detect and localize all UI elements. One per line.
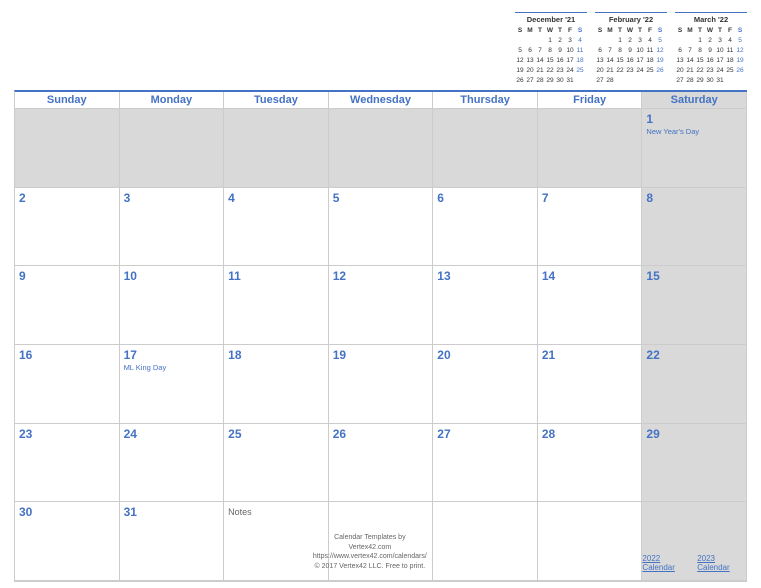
day-number: 17 — [124, 348, 220, 362]
cal-cell: 3 — [120, 188, 225, 267]
page: December '21SMTWTFS 12345678910111213141… — [0, 0, 761, 588]
cal-cell — [538, 502, 643, 581]
cal-cell: 22 — [642, 345, 747, 424]
day-number: 29 — [646, 427, 742, 441]
day-header-thursday: Thursday — [433, 92, 538, 109]
cal-cell: 28 — [538, 424, 643, 503]
mini-calendar: March '22SMTWTFS 12345678910111213141516… — [675, 12, 747, 86]
cal-cell: 8 — [642, 188, 747, 267]
cal-cell: 6 — [433, 188, 538, 267]
cal-cell: 25 — [224, 424, 329, 503]
calendar-2022-link[interactable]: 2022 Calendar — [642, 554, 681, 572]
cal-cell — [538, 109, 643, 188]
cal-cell: 21 — [538, 345, 643, 424]
cal-cell — [120, 109, 225, 188]
day-header-monday: Monday — [120, 92, 225, 109]
day-number: 2 — [19, 191, 115, 205]
cal-cell: 9 — [15, 266, 120, 345]
day-number: 3 — [124, 191, 220, 205]
day-number: 11 — [228, 269, 324, 283]
cal-cell: 2022 Calendar 2023 Calendar — [642, 502, 747, 581]
cal-cell: 1New Year's Day — [642, 109, 747, 188]
cal-cell: 15 — [642, 266, 747, 345]
cal-cell: 23 — [15, 424, 120, 503]
cal-cell — [224, 109, 329, 188]
mini-calendar: December '21SMTWTFS 12345678910111213141… — [515, 12, 587, 86]
cal-cell: 13 — [433, 266, 538, 345]
cal-cell — [15, 109, 120, 188]
day-number: 28 — [542, 427, 638, 441]
mini-calendar: February '22SMTWTFS 12345678910111213141… — [595, 12, 667, 86]
cal-cell: 26 — [329, 424, 434, 503]
cal-cell: 10 — [120, 266, 225, 345]
day-number: 1 — [646, 112, 742, 126]
day-header-tuesday: Tuesday — [224, 92, 329, 109]
day-number: 7 — [542, 191, 638, 205]
day-number: 18 — [228, 348, 324, 362]
calendar-header-row: SundayMondayTuesdayWednesdayThursdayFrid… — [14, 90, 747, 109]
cal-cell: 7 — [538, 188, 643, 267]
day-number: 20 — [437, 348, 533, 362]
day-number: 15 — [646, 269, 742, 283]
day-number: 16 — [19, 348, 115, 362]
day-header-friday: Friday — [538, 92, 643, 109]
cal-cell: 18 — [224, 345, 329, 424]
cal-cell — [433, 109, 538, 188]
cal-cell: 24 — [120, 424, 225, 503]
cal-cell: 29 — [642, 424, 747, 503]
day-number: 13 — [437, 269, 533, 283]
day-number: 30 — [19, 505, 115, 519]
day-header-sunday: Sunday — [15, 92, 120, 109]
day-number: 25 — [228, 427, 324, 441]
cal-cell: 17ML King Day — [120, 345, 225, 424]
day-number: 5 — [333, 191, 429, 205]
holiday-label: New Year's Day — [646, 127, 742, 136]
day-number: 10 — [124, 269, 220, 283]
day-header-wednesday: Wednesday — [329, 92, 434, 109]
calendar-2023-link[interactable]: 2023 Calendar — [697, 554, 736, 572]
day-header-saturday: Saturday — [642, 92, 747, 109]
day-number: 19 — [333, 348, 429, 362]
footer-info: Calendar Templates by Vertex42.comhttps:… — [313, 533, 427, 572]
cal-cell: 14 — [538, 266, 643, 345]
day-number: 6 — [437, 191, 533, 205]
day-number: 23 — [19, 427, 115, 441]
event-label: ML King Day — [124, 363, 220, 372]
cal-cell: 11 — [224, 266, 329, 345]
day-number: 14 — [542, 269, 638, 283]
day-number: 26 — [333, 427, 429, 441]
cal-cell: 27 — [433, 424, 538, 503]
calendar-grid: 1New Year's Day234567891011121314151617M… — [14, 109, 747, 582]
day-number: 4 — [228, 191, 324, 205]
day-number: 22 — [646, 348, 742, 362]
cal-cell: 19 — [329, 345, 434, 424]
cal-cell: 4 — [224, 188, 329, 267]
calendar-wrap: SundayMondayTuesdayWednesdayThursdayFrid… — [14, 90, 747, 582]
notes-label: Notes — [228, 507, 324, 517]
footer-links: 2022 Calendar 2023 Calendar — [642, 554, 736, 572]
day-number: 12 — [333, 269, 429, 283]
day-number: 9 — [19, 269, 115, 283]
day-number: 21 — [542, 348, 638, 362]
day-number: 24 — [124, 427, 220, 441]
cal-cell: 12 — [329, 266, 434, 345]
cal-cell: 16 — [15, 345, 120, 424]
cal-cell: 31 — [120, 502, 225, 581]
day-number: 27 — [437, 427, 533, 441]
cal-cell — [329, 109, 434, 188]
mini-calendars: December '21SMTWTFS 12345678910111213141… — [515, 12, 747, 86]
cal-cell: Calendar Templates by Vertex42.comhttps:… — [433, 502, 538, 581]
day-number: 8 — [646, 191, 742, 205]
header: December '21SMTWTFS 12345678910111213141… — [14, 10, 747, 86]
day-number: 31 — [124, 505, 220, 519]
cal-cell: 2 — [15, 188, 120, 267]
cal-cell: 20 — [433, 345, 538, 424]
cal-cell: 30 — [15, 502, 120, 581]
cal-cell: 5 — [329, 188, 434, 267]
